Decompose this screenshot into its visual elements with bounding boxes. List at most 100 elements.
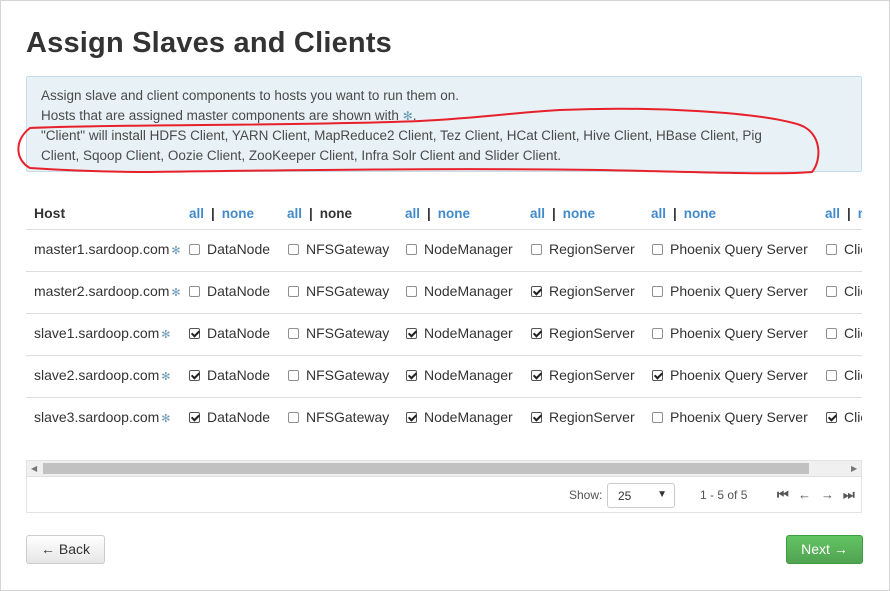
component-checkbox[interactable] <box>531 244 542 255</box>
component-checkbox[interactable] <box>652 370 663 381</box>
next-page-icon[interactable]: → <box>821 487 834 502</box>
component-checkbox-cell[interactable]: NFSGateway <box>288 367 389 383</box>
component-checkbox-cell[interactable]: NodeManager <box>406 409 513 425</box>
host-name-text: slave2.sardoop.com <box>34 367 160 383</box>
master-component-icon: ✻ <box>171 245 181 257</box>
component-checkbox[interactable] <box>826 412 837 423</box>
select-all-nodemanager-link[interactable]: all <box>405 206 420 221</box>
component-checkbox-cell[interactable]: DataNode <box>189 283 270 299</box>
component-checkbox-cell[interactable]: Client <box>826 367 862 383</box>
component-checkbox-cell[interactable]: NodeManager <box>406 325 513 341</box>
component-checkbox[interactable] <box>189 328 200 339</box>
next-button[interactable]: Next → <box>786 535 863 564</box>
component-checkbox[interactable] <box>189 244 200 255</box>
component-checkbox[interactable] <box>288 370 299 381</box>
pagination-range: 1 - 5 of 5 <box>700 488 748 502</box>
component-checkbox[interactable] <box>288 412 299 423</box>
component-checkbox-cell[interactable]: RegionServer <box>531 325 635 341</box>
component-checkbox-cell[interactable]: RegionServer <box>531 409 635 425</box>
back-button[interactable]: ← Back <box>26 535 105 564</box>
component-checkbox[interactable] <box>652 286 663 297</box>
separator: | <box>427 206 431 221</box>
component-checkbox-cell[interactable]: Phoenix Query Server <box>652 283 808 299</box>
host-name-text: master2.sardoop.com <box>34 283 170 299</box>
component-checkbox[interactable] <box>406 328 417 339</box>
component-checkbox[interactable] <box>288 328 299 339</box>
component-checkbox-cell[interactable]: NFSGateway <box>288 283 389 299</box>
master-component-icon: ✻ <box>161 413 171 425</box>
component-checkbox-cell[interactable]: RegionServer <box>531 241 635 257</box>
component-checkbox-cell[interactable]: DataNode <box>189 367 270 383</box>
horizontal-scrollbar[interactable]: ◀ ▶ <box>27 461 861 477</box>
component-checkbox[interactable] <box>531 328 542 339</box>
component-checkbox-cell[interactable]: Client <box>826 409 862 425</box>
separator: | <box>211 206 215 221</box>
component-label: NodeManager <box>424 283 513 299</box>
alert-line-2-text: Hosts that are assigned master component… <box>41 108 399 123</box>
col-nodemanager-header: all | none <box>405 205 470 221</box>
component-checkbox-cell[interactable]: RegionServer <box>531 367 635 383</box>
select-none-phoenix-link[interactable]: none <box>684 206 716 221</box>
page-size-select[interactable]: 25 ▼ <box>607 483 675 508</box>
component-checkbox[interactable] <box>531 370 542 381</box>
component-checkbox[interactable] <box>826 244 837 255</box>
component-label: NodeManager <box>424 409 513 425</box>
component-checkbox-cell[interactable]: NFSGateway <box>288 409 389 425</box>
component-checkbox-cell[interactable]: Client <box>826 325 862 341</box>
component-checkbox[interactable] <box>288 286 299 297</box>
component-checkbox[interactable] <box>406 370 417 381</box>
component-checkbox-cell[interactable]: DataNode <box>189 409 270 425</box>
component-checkbox[interactable] <box>189 286 200 297</box>
component-checkbox-cell[interactable]: DataNode <box>189 325 270 341</box>
component-checkbox-cell[interactable]: Phoenix Query Server <box>652 409 808 425</box>
select-all-nfsgateway-link[interactable]: all <box>287 206 302 221</box>
component-checkbox-cell[interactable]: NFSGateway <box>288 325 389 341</box>
select-none-datanode-link[interactable]: none <box>222 206 254 221</box>
select-all-client-link[interactable]: all <box>825 206 840 221</box>
last-page-icon[interactable]: ⏭ <box>843 487 855 503</box>
component-checkbox-cell[interactable]: Phoenix Query Server <box>652 241 808 257</box>
info-alert: Assign slave and client components to ho… <box>26 76 862 172</box>
component-checkbox-cell[interactable]: Phoenix Query Server <box>652 325 808 341</box>
component-checkbox[interactable] <box>189 412 200 423</box>
select-none-client-link[interactable]: none <box>858 206 862 221</box>
component-checkbox-cell[interactable]: NodeManager <box>406 283 513 299</box>
component-checkbox[interactable] <box>406 412 417 423</box>
first-page-icon[interactable]: ⏮ <box>777 487 789 503</box>
component-checkbox[interactable] <box>826 286 837 297</box>
scroll-right-icon[interactable]: ▶ <box>851 464 857 473</box>
component-checkbox-cell[interactable]: Phoenix Query Server <box>652 367 808 383</box>
component-checkbox-cell[interactable]: NodeManager <box>406 241 513 257</box>
component-checkbox-cell[interactable]: RegionServer <box>531 283 635 299</box>
select-all-regionserver-link[interactable]: all <box>530 206 545 221</box>
component-checkbox-cell[interactable]: NFSGateway <box>288 241 389 257</box>
component-checkbox[interactable] <box>406 244 417 255</box>
select-all-datanode-link[interactable]: all <box>189 206 204 221</box>
select-none-regionserver-link[interactable]: none <box>563 206 595 221</box>
component-checkbox-cell[interactable]: NodeManager <box>406 367 513 383</box>
component-checkbox[interactable] <box>189 370 200 381</box>
select-all-phoenix-link[interactable]: all <box>651 206 666 221</box>
component-checkbox[interactable] <box>652 244 663 255</box>
page-size-value: 25 <box>618 489 632 503</box>
component-label: NodeManager <box>424 367 513 383</box>
component-label: NodeManager <box>424 325 513 341</box>
component-checkbox[interactable] <box>826 370 837 381</box>
component-label: NodeManager <box>424 241 513 257</box>
component-checkbox[interactable] <box>826 328 837 339</box>
component-checkbox[interactable] <box>406 286 417 297</box>
component-checkbox[interactable] <box>531 286 542 297</box>
previous-page-icon[interactable]: ← <box>798 487 811 502</box>
component-checkbox[interactable] <box>652 328 663 339</box>
component-checkbox[interactable] <box>288 244 299 255</box>
component-checkbox-cell[interactable]: DataNode <box>189 241 270 257</box>
component-checkbox-cell[interactable]: Client <box>826 283 862 299</box>
separator: | <box>673 206 677 221</box>
host-component-grid: Host all | none all | none all | none all | none… <box>26 190 862 458</box>
component-checkbox[interactable] <box>531 412 542 423</box>
component-checkbox-cell[interactable]: Client <box>826 241 862 257</box>
scroll-left-icon[interactable]: ◀ <box>31 464 37 473</box>
scrollbar-thumb[interactable] <box>43 463 809 474</box>
component-checkbox[interactable] <box>652 412 663 423</box>
select-none-nodemanager-link[interactable]: none <box>438 206 470 221</box>
